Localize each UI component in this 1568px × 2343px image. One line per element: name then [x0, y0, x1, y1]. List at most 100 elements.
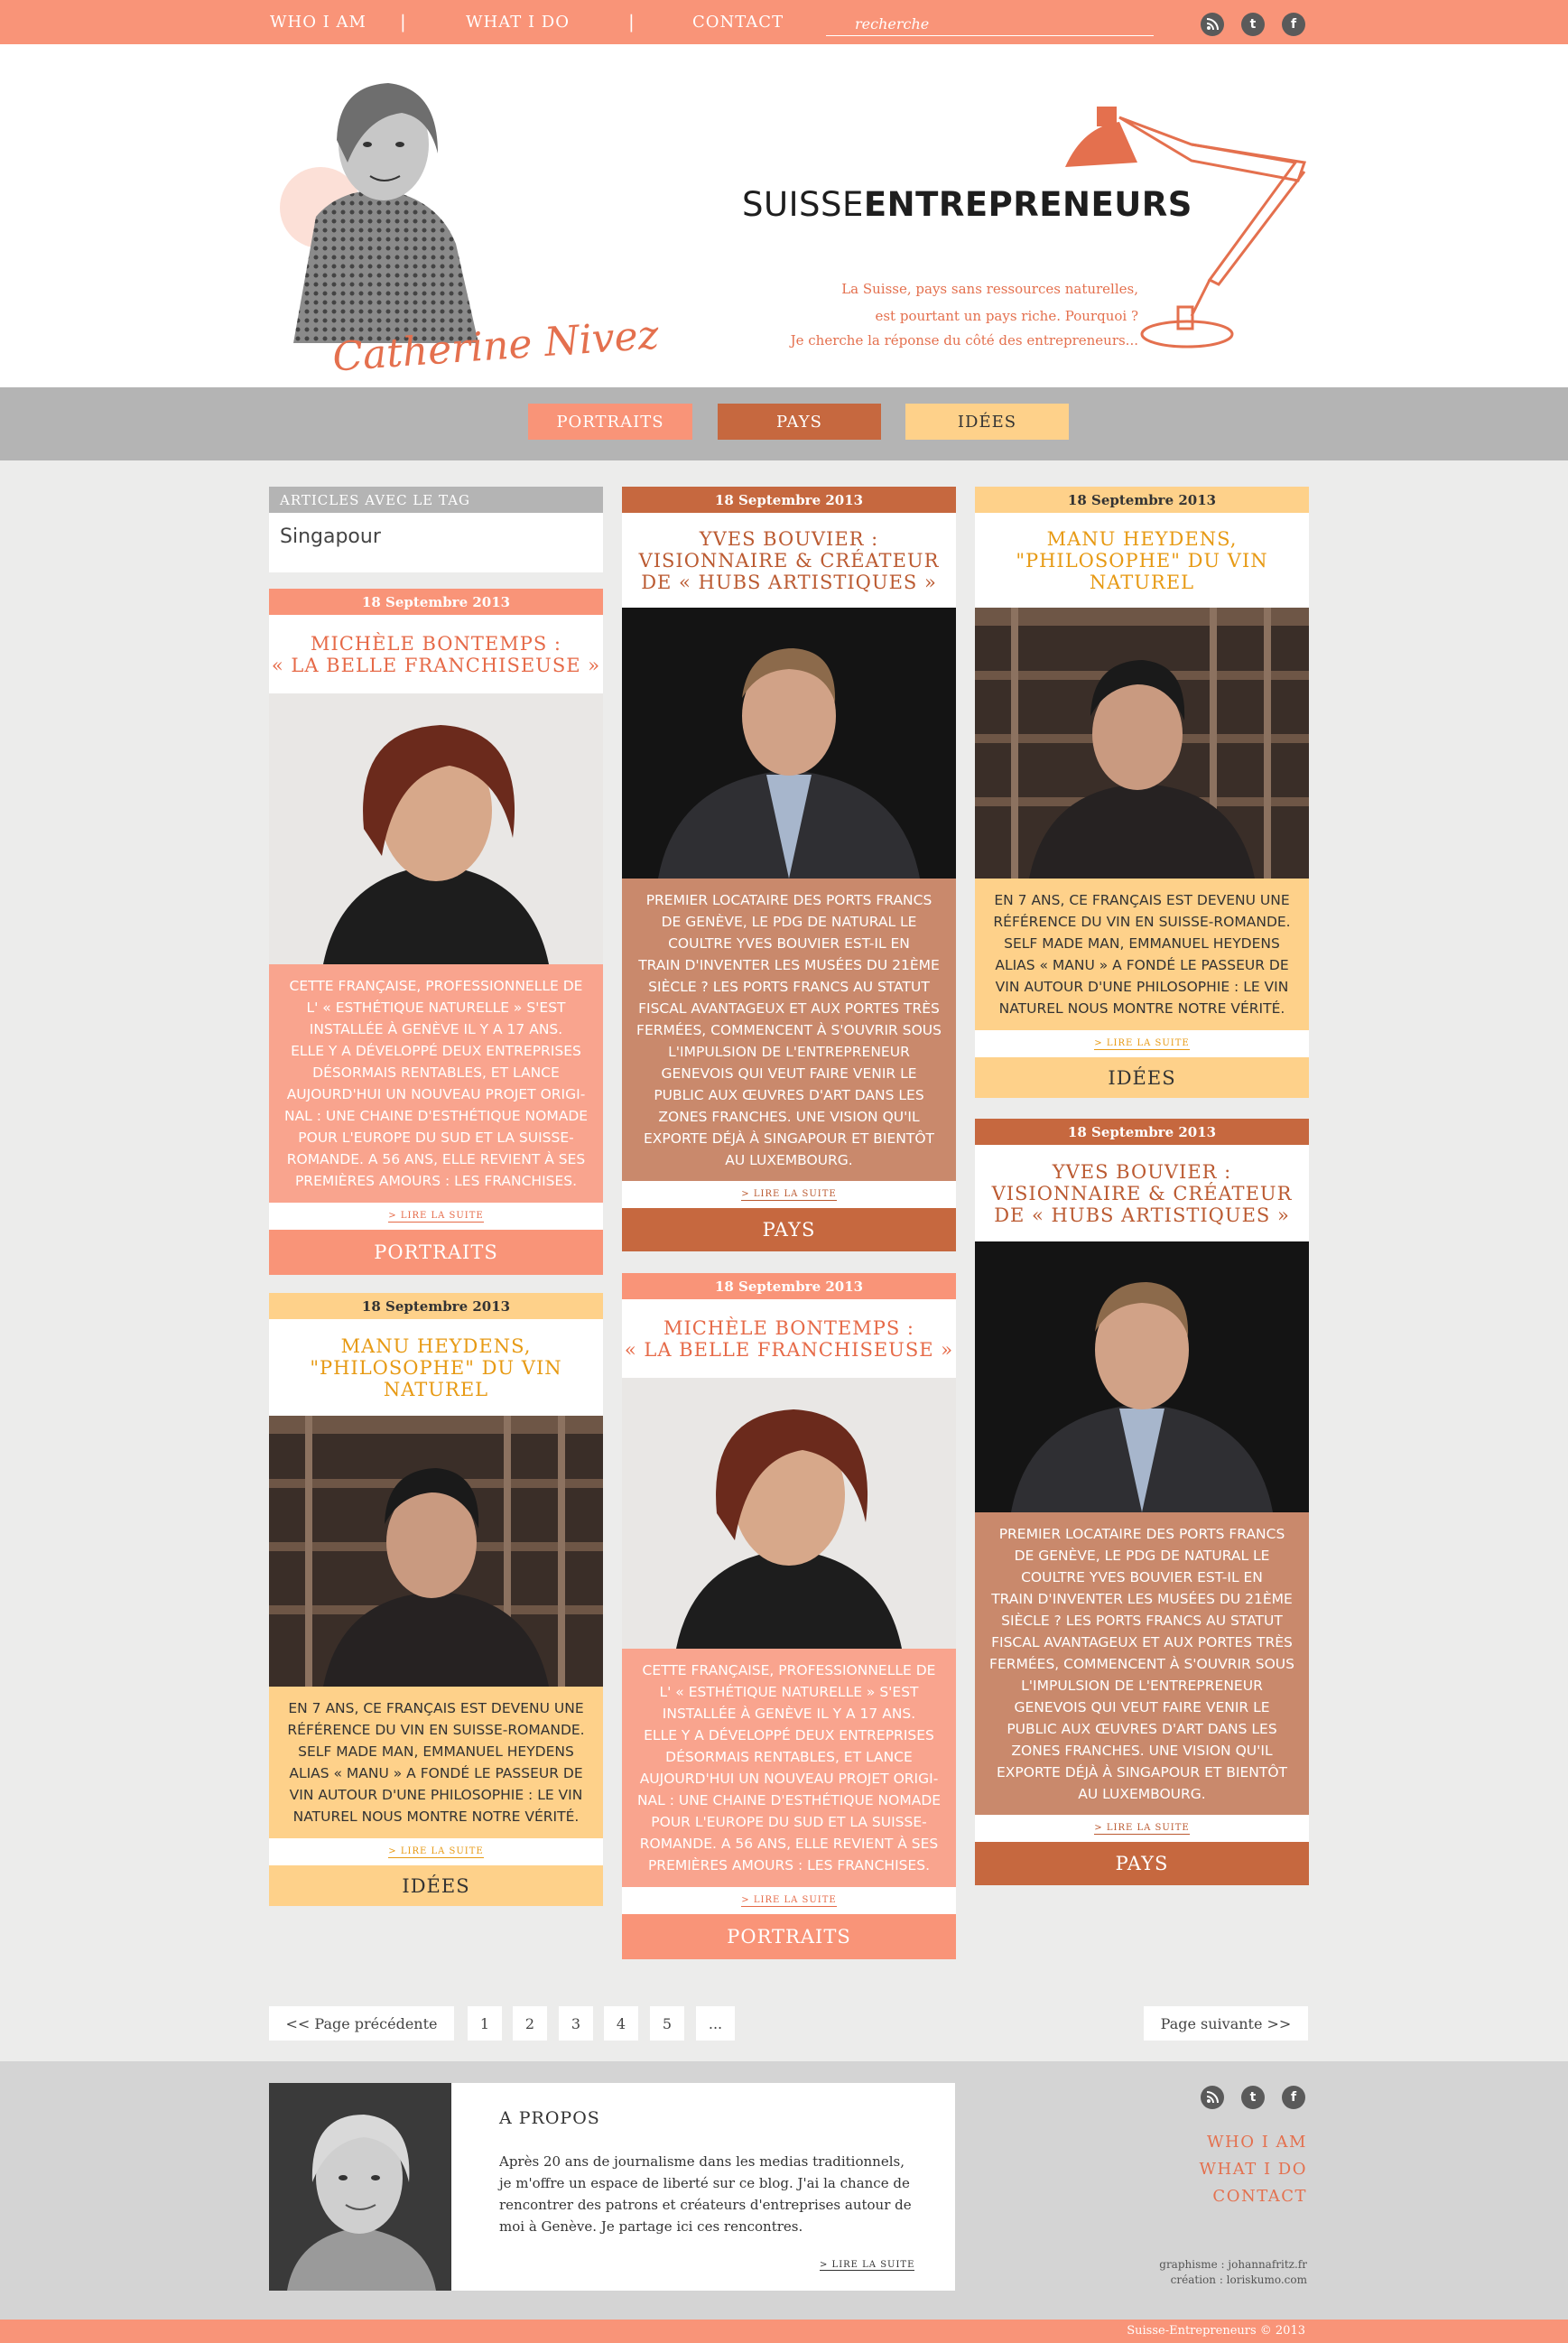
excerpt-line: FERMÉES, COMMENCENT À S'OUVRIR SOUS [989, 1656, 1294, 1672]
article-title[interactable]: YVES BOUVIER : VISIONNAIRE & CRÉATEUR DE… [975, 1145, 1309, 1241]
excerpt-line: ALIAS « MANU » A FONDÉ LE PASSEUR DE [995, 957, 1289, 973]
article-card: 18 Septembre 2013 MICHÈLE BONTEMPS : « L… [269, 589, 603, 1275]
article-card: 18 Septembre 2013 MANU HEYDENS, "PHILOSO… [269, 1293, 603, 1906]
prev-page-button[interactable]: << Page précédente [269, 2006, 454, 2041]
excerpt-line: L' « ESTHÉTIQUE NATURELLE » S'EST [659, 1684, 919, 1700]
article-category[interactable]: IDÉES [975, 1057, 1309, 1098]
read-more-link[interactable]: > LIRE LA SUITE [622, 1181, 956, 1208]
excerpt-line: L'IMPULSION DE L'ENTREPRENEUR [668, 1044, 910, 1060]
facebook-icon[interactable]: f [1282, 2086, 1305, 2109]
excerpt-line: L' « ESTHÉTIQUE NATURELLE » S'EST [306, 999, 566, 1016]
article-photo[interactable] [269, 693, 603, 964]
category-portraits-button[interactable]: PORTRAITS [528, 404, 692, 440]
about-read-more-link[interactable]: > LIRE LA SUITE [820, 2260, 915, 2271]
excerpt-line: SIÈCLE ? LES PORTS FRANCS AU STATUT [648, 979, 930, 995]
read-more-text: > LIRE LA SUITE [1094, 1037, 1190, 1050]
article-excerpt: CETTE FRANÇAISE, PROFESSIONNELLE DE L' « … [622, 1649, 956, 1887]
article-photo[interactable] [975, 608, 1309, 879]
title-line: MANU HEYDENS, [1046, 527, 1238, 550]
article-category[interactable]: PAYS [975, 1842, 1309, 1885]
title-line: YVES BOUVIER : [699, 527, 879, 550]
read-more-link[interactable]: > LIRE LA SUITE [269, 1838, 603, 1865]
excerpt-line: NAL : UNE CHAINE D'ESTHÉTIQUE NOMADE [283, 1108, 589, 1124]
article-photo[interactable] [269, 1416, 603, 1687]
article-title[interactable]: MANU HEYDENS, "PHILOSOPHE" DU VIN NATURE… [975, 513, 1309, 608]
nav-who-i-am[interactable]: WHO I AM [270, 13, 366, 32]
article-date: 18 Septembre 2013 [622, 1273, 956, 1299]
next-page-button[interactable]: Page suivante >> [1144, 2006, 1308, 2041]
search-input[interactable] [826, 13, 1154, 36]
title-line: YVES BOUVIER : [1052, 1160, 1232, 1183]
read-more-link[interactable]: > LIRE LA SUITE [975, 1030, 1309, 1057]
page-2-button[interactable]: 2 [513, 2006, 547, 2041]
title-line: DE « HUBS ARTISTIQUES » [994, 1204, 1290, 1226]
article-date: 18 Septembre 2013 [975, 487, 1309, 513]
article-date: 18 Septembre 2013 [269, 1293, 603, 1319]
title-line: MANU HEYDENS, [340, 1334, 532, 1357]
excerpt-line: FISCAL AVANTAGEUX ET AUX PORTES TRÈS [638, 1000, 940, 1017]
title-line: DE « HUBS ARTISTIQUES » [641, 571, 937, 593]
title-line: "PHILOSOPHE" DU VIN [310, 1356, 562, 1379]
excerpt-line: VIN AUTOUR D'UNE PHILOSOPHIE : LE VIN [995, 979, 1289, 995]
top-bar [0, 0, 1568, 44]
article-date: 18 Septembre 2013 [975, 1119, 1309, 1145]
credit-design[interactable]: graphisme : johannafritz.fr [1159, 2258, 1307, 2271]
rss-icon[interactable] [1201, 13, 1224, 36]
excerpt-line: PREMIER LOCATAIRE DES PORTS FRANCS [645, 892, 932, 908]
excerpt-line: AUJOURD'HUI UN NOUVEAU PROJET ORIGI- [639, 1771, 939, 1787]
excerpt-line: CETTE FRANÇAISE, PROFESSIONNELLE DE [289, 978, 583, 994]
page-1-button[interactable]: 1 [468, 2006, 502, 2041]
excerpt-line: GENEVOIS QUI VEUT FAIRE VENIR LE [661, 1065, 917, 1082]
excerpt-line: ROMANDE. A 56 ANS, ELLE REVIENT À SES [286, 1151, 586, 1167]
page-3-button[interactable]: 3 [559, 2006, 593, 2041]
read-more-link[interactable]: > LIRE LA SUITE [269, 1203, 603, 1230]
article-title[interactable]: YVES BOUVIER : VISIONNAIRE & CRÉATEUR DE… [622, 513, 956, 608]
article-title[interactable]: MICHÈLE BONTEMPS : « LA BELLE FRANCHISEU… [269, 615, 603, 693]
excerpt-line: L'IMPULSION DE L'ENTREPRENEUR [1021, 1678, 1263, 1694]
nav-contact[interactable]: CONTACT [692, 13, 784, 32]
page-4-button[interactable]: 4 [604, 2006, 638, 2041]
read-more-link[interactable]: > LIRE LA SUITE [975, 1815, 1309, 1842]
article-category[interactable]: PAYS [622, 1208, 956, 1251]
credit-dev[interactable]: création : loriskumo.com [1171, 2273, 1307, 2286]
category-pays-button[interactable]: PAYS [718, 404, 881, 440]
title-line: « LA BELLE FRANCHISEUSE » [271, 654, 601, 676]
read-more-text: > LIRE LA SUITE [388, 1846, 484, 1858]
footer-link-who-i-am[interactable]: WHO I AM [1207, 2133, 1307, 2152]
facebook-icon[interactable]: f [1282, 13, 1305, 36]
article-category[interactable]: PORTRAITS [622, 1914, 956, 1959]
article-title[interactable]: MICHÈLE BONTEMPS : « LA BELLE FRANCHISEU… [622, 1299, 956, 1378]
excerpt-line: PUBLIC AUX ŒUVRES D'ART DANS LES [654, 1087, 924, 1103]
twitter-icon[interactable]: t [1241, 2086, 1265, 2109]
page-5-button[interactable]: 5 [650, 2006, 684, 2041]
excerpt-line: NATUREL NOUS MONTRE NOTRE VÉRITÉ. [292, 1808, 580, 1825]
article-card: 18 Septembre 2013 YVES BOUVIER : VISIONN… [975, 1119, 1309, 1885]
twitter-icon[interactable]: t [1241, 13, 1265, 36]
read-more-link[interactable]: > LIRE LA SUITE [622, 1887, 956, 1914]
about-line: Après 20 ans de journalisme dans les med… [499, 2153, 905, 2170]
page-more-button[interactable]: ... [696, 2006, 735, 2041]
article-photo[interactable] [622, 1378, 956, 1649]
article-card: 18 Septembre 2013 MICHÈLE BONTEMPS : « L… [622, 1273, 956, 1959]
excerpt-line: CETTE FRANÇAISE, PROFESSIONNELLE DE [642, 1662, 936, 1678]
excerpt-line: COULTRE YVES BOUVIER EST-IL EN [1021, 1569, 1263, 1585]
article-category[interactable]: IDÉES [269, 1865, 603, 1906]
article-title[interactable]: MANU HEYDENS, "PHILOSOPHE" DU VIN NATURE… [269, 1319, 603, 1416]
footer-link-what-i-do[interactable]: WHAT I DO [1200, 2160, 1307, 2179]
rss-icon[interactable] [1201, 2086, 1224, 2109]
about-line: rencontrer des patrons et créateurs d'en… [499, 2197, 912, 2213]
article-photo[interactable] [622, 608, 956, 879]
article-excerpt: EN 7 ANS, CE FRANÇAIS EST DEVENU UNE RÉFÉ… [269, 1687, 603, 1838]
excerpt-line: EN 7 ANS, CE FRANÇAIS EST DEVENU UNE [288, 1700, 584, 1716]
article-photo[interactable] [975, 1241, 1309, 1512]
article-category[interactable]: PORTRAITS [269, 1230, 603, 1275]
excerpt-line: POUR L'EUROPE DU SUD ET LA SUISSE- [298, 1130, 574, 1146]
excerpt-line: PREMIER LOCATAIRE DES PORTS FRANCS [998, 1526, 1285, 1542]
nav-what-i-do[interactable]: WHAT I DO [466, 13, 570, 32]
excerpt-line: DÉSORMAIS RENTABLES, ET LANCE [665, 1749, 913, 1765]
about-photo [269, 2083, 451, 2291]
excerpt-line: EN 7 ANS, CE FRANÇAIS EST DEVENU UNE [994, 892, 1290, 908]
footer-link-contact[interactable]: CONTACT [1212, 2187, 1307, 2206]
category-idees-button[interactable]: IDÉES [905, 404, 1069, 440]
article-excerpt: EN 7 ANS, CE FRANÇAIS EST DEVENU UNE RÉFÉ… [975, 879, 1309, 1030]
